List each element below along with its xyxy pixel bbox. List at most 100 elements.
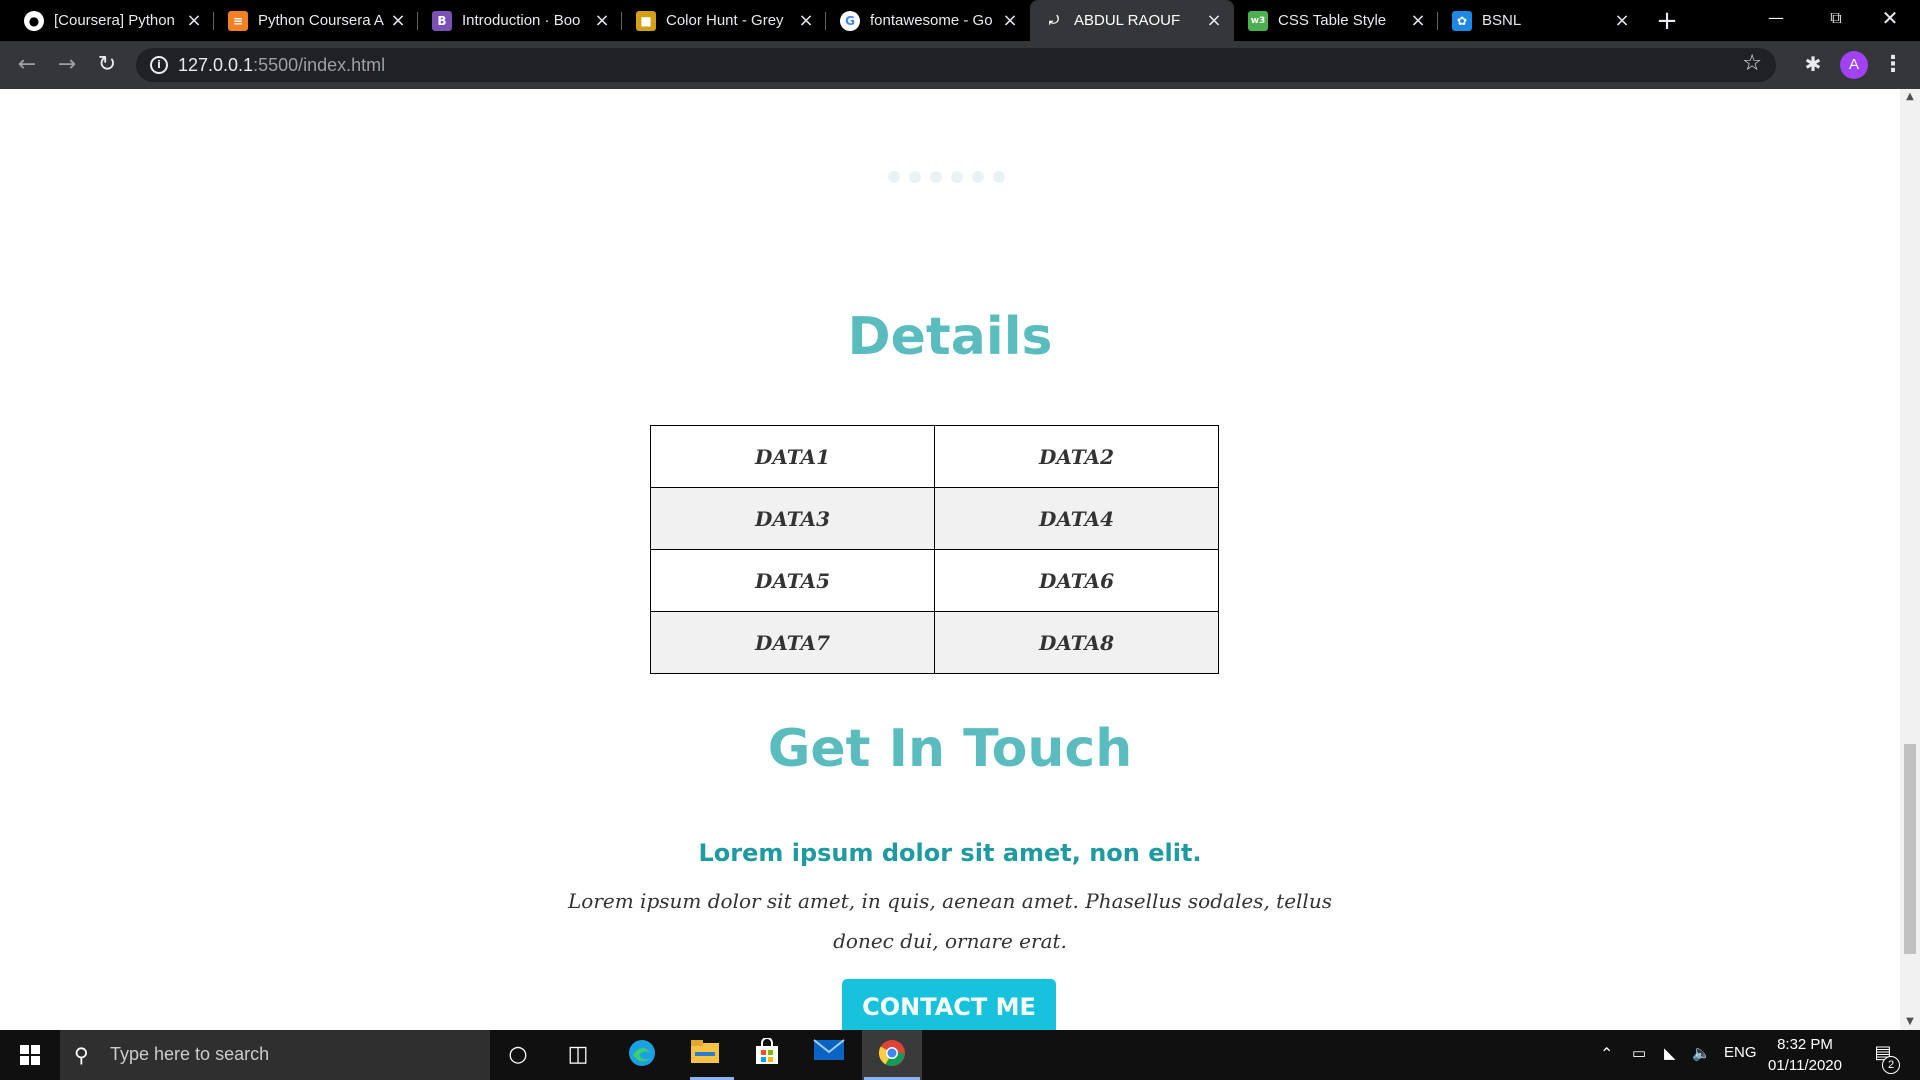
tab-title: BSNL [1482,12,1522,29]
windows-taskbar: ⚲ Type here to search ○ ◫ ⌃ ▭ ◣ 🔈 ENG 8:… [0,1030,1920,1080]
table-row: DATA5 DATA6 [650,549,1219,612]
github-icon: ● [24,10,44,31]
browser-tab[interactable]: B Introduction · Boo × [418,0,622,41]
tab-strip: ● [Coursera] Python × ≡ Python Coursera A × B I… [0,0,1920,41]
browser-tab[interactable]: ■ Color Hunt - Grey × [622,0,826,41]
browser-tab[interactable]: ✿ BSNL × [1438,0,1642,41]
search-placeholder: Type here to search [110,1044,270,1064]
browser-tab[interactable]: Gfontawesome - Go × [826,0,1030,41]
close-tab-icon[interactable]: × [1204,10,1224,31]
table-cell: DATA6 [934,549,1219,612]
wifi-icon[interactable]: ◣ [1664,1044,1676,1062]
show-hidden-icons-chevron-icon[interactable]: ⌃ [1600,1044,1613,1064]
mail-icon[interactable] [807,1038,851,1072]
microsoft-store-icon[interactable] [745,1037,789,1072]
carousel-dot[interactable] [951,171,963,183]
carousel-dot[interactable] [888,171,900,183]
battery-icon[interactable]: ▭ [1632,1044,1646,1062]
scroll-down-arrow-icon[interactable]: ▼ [1900,1014,1920,1030]
url-text[interactable]: 127.0.0.1:5500/index.html [178,55,385,76]
chrome-icon[interactable] [870,1038,914,1072]
reload-button[interactable]: ↻ [92,50,122,80]
browser-tab[interactable]: ● [Coursera] Python × [10,0,214,41]
table-cell: DATA3 [650,487,935,550]
url-host: 127.0.0.1 [178,55,254,75]
site-info-icon[interactable]: i [150,56,168,74]
close-window-button[interactable]: ✕ [1860,0,1920,36]
table-cell: DATA8 [934,611,1219,674]
bootstrap-icon: B [432,10,452,31]
colorhunt-icon: ■ [636,10,656,31]
system-clock[interactable]: 8:32 PM 01/11/2020 [1760,1034,1850,1076]
file-explorer-icon[interactable] [683,1038,727,1072]
close-tab-icon[interactable]: × [1000,10,1020,31]
details-heading: Details [847,307,1053,367]
task-view-icon[interactable]: ◫ [556,1038,600,1072]
back-button[interactable]: ← [12,50,42,80]
scroll-up-arrow-icon[interactable]: ▲ [1900,89,1920,105]
action-center-icon[interactable]: ▤ 2 [1868,1042,1900,1074]
contact-me-button[interactable]: CONTACT ME [842,979,1056,1030]
table-cell: DATA2 [934,425,1219,488]
tab-title: fontawesome - Go [870,12,993,29]
table-cell: DATA1 [650,425,935,488]
google-icon: G [840,10,860,31]
language-indicator[interactable]: ENG [1724,1044,1757,1061]
browser-tab[interactable]: w3 CSS Table Style × [1234,0,1438,41]
tab-title: Introduction · Boo [462,12,581,29]
cortana-icon[interactable]: ○ [496,1038,540,1072]
tab-title: Python Coursera A [258,12,384,29]
bsnl-icon: ✿ [1452,10,1472,31]
minimize-button[interactable]: — [1746,0,1806,36]
stackoverflow-icon: ≡ [228,10,248,31]
tab-title: Color Hunt - Grey [666,12,784,29]
browser-tab[interactable]: ≡ Python Coursera A × [214,0,418,41]
table-row: DATA3 DATA4 [650,487,1219,550]
carousel-dot[interactable] [993,171,1005,183]
w3schools-icon: w3 [1248,10,1268,31]
liveserver-icon: ⤾ [1049,13,1059,27]
tab-title: ABDUL RAOUF [1074,12,1181,29]
forward-button[interactable]: → [52,50,82,80]
close-tab-icon[interactable]: × [1612,10,1632,31]
bookmark-star-icon[interactable]: ☆ [1742,51,1762,76]
carousel-dot[interactable] [909,171,921,183]
table-cell: DATA5 [650,549,935,612]
volume-icon[interactable]: 🔈 [1692,1044,1711,1062]
table-cell: DATA7 [650,611,935,674]
close-tab-icon[interactable]: × [796,10,816,31]
contact-subheading: Lorem ipsum dolor sit amet, non elit. [698,839,1202,867]
table-row: DATA7 DATA8 [650,611,1219,674]
close-tab-icon[interactable]: × [184,10,204,31]
windows-logo-icon [20,1045,40,1065]
taskbar-search[interactable]: ⚲ Type here to search [60,1030,490,1080]
clock-time: 8:32 PM [1777,1036,1833,1053]
close-tab-icon[interactable]: × [388,10,408,31]
restore-button[interactable]: ⧉ [1806,0,1866,36]
profile-avatar[interactable]: A [1840,51,1868,79]
page-scrollbar[interactable]: ▲ ▼ [1900,89,1920,1030]
browser-menu-icon[interactable]: ⋮ [1880,51,1906,79]
carousel-dot[interactable] [972,171,984,183]
carousel-dot[interactable] [930,171,942,183]
notification-count-badge: 2 [1882,1056,1900,1074]
edge-browser-icon[interactable] [620,1038,664,1072]
search-icon: ⚲ [74,1043,89,1067]
contact-paragraph: Lorem ipsum dolor sit amet, in quis, aen… [568,889,1332,953]
url-path: :5500/index.html [253,55,386,75]
address-bar[interactable]: i 127.0.0.1:5500/index.html ☆ [136,48,1776,82]
tab-title: [Coursera] Python [54,12,175,29]
new-tab-button[interactable]: + [1652,6,1682,36]
browser-tab[interactable]: ⤾ ABDUL RAOUF × [1030,0,1234,41]
extensions-puzzle-icon[interactable]: ✱ [1800,51,1826,77]
carousel-indicators [888,171,1005,183]
table-row: DATA1 DATA2 [650,425,1219,488]
clock-date: 01/11/2020 [1768,1057,1842,1074]
start-button[interactable] [0,1030,60,1080]
tab-title: CSS Table Style [1278,12,1387,29]
close-tab-icon[interactable]: × [1408,10,1428,31]
page-viewport: Details DATA1 DATA2 DATA3 DATA4 DATA5 DA… [0,89,1900,1030]
scrollbar-thumb[interactable] [1904,744,1916,954]
browser-toolbar: ← → ↻ i 127.0.0.1:5500/index.html ☆ ✱ A … [0,41,1920,89]
close-tab-icon[interactable]: × [592,10,612,31]
